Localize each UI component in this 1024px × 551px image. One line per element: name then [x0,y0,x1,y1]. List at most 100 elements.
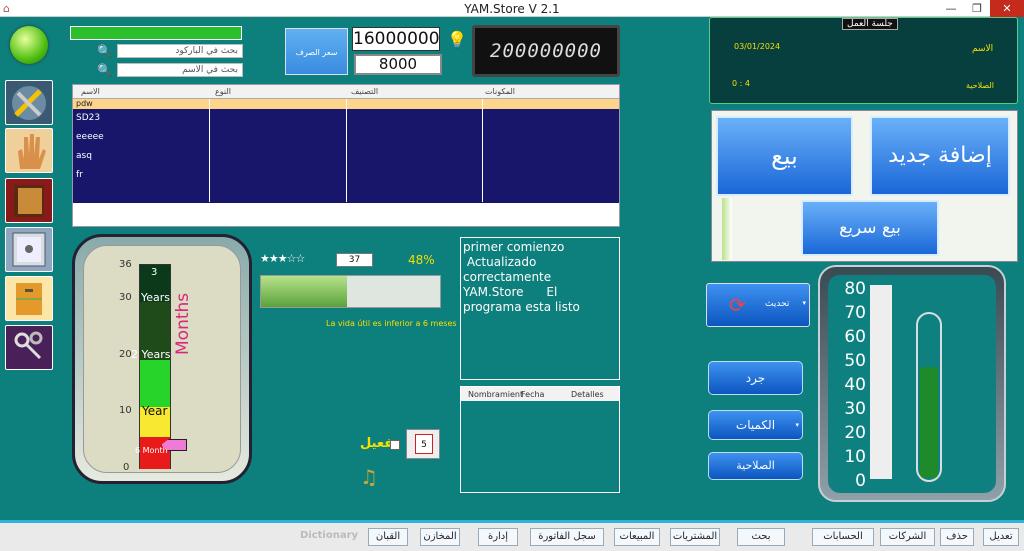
log-table[interactable]: Nombramient Fecha Detalles [460,386,620,493]
exchange-value-1: 16000000 [352,27,440,51]
col-header-date[interactable]: Fecha [521,390,544,399]
gauge-tick: 20 [119,349,132,360]
taskbar-tab[interactable]: إدارة [478,528,518,546]
activate-checkbox[interactable] [390,440,400,450]
tools-icon[interactable] [5,80,53,125]
gauge-label: 6 Month [135,446,168,455]
taskbar-tab[interactable]: بحث [737,528,785,546]
col-divider [482,99,483,202]
quantities-button[interactable]: الكميات ▾ [708,410,803,440]
star-empty-icon: ☆☆ [286,252,306,265]
gauge-tick: 10 [119,405,132,416]
thermometer-gauge: 80 70 60 50 40 30 20 10 0 [818,265,1006,502]
search-icon: 🔍 [97,63,112,77]
refresh-button[interactable]: ⟳ تحديث ▾ [706,283,810,327]
thermo-tick: 60 [844,327,866,347]
exchange-value-2[interactable]: 8000 [354,54,442,75]
refresh-icon: ⟳ [729,293,746,317]
life-note: La vida útil es inferior a 6 meses [326,319,457,328]
col-divider [209,99,210,202]
table-header: الاسم النوع التصنيف المكونات [73,85,619,99]
thermo-tick: 10 [844,447,866,467]
close-button[interactable]: ✕ [990,0,1024,17]
safe-icon[interactable] [5,227,53,272]
search-icon: 🔍 [97,44,112,58]
gauge-label: Year [142,404,168,418]
progress-fill [261,276,347,307]
lightbulb-icon[interactable]: 💡 [447,30,467,49]
col-header-name[interactable]: الاسم [81,87,100,96]
star-rating[interactable]: ★★★☆☆ [260,252,306,265]
col-header-components[interactable]: المكونات [485,87,515,96]
log-text: primer comienzo Actualizado correctament… [460,237,620,380]
gauge-label: 3 [151,267,158,278]
window-title: YAM.Store V 2.1 [464,2,560,16]
barcode-search-input[interactable]: بحث في الباركود [117,44,243,58]
taskbar: تعديل حذف الشركات الحسابات بحث المشتريات المبي… [0,520,1024,551]
taskbar-tab[interactable]: سجل الفاتورة [530,528,604,546]
hand-icon[interactable] [5,128,53,173]
life-progress-bar [260,275,441,308]
percent-label: 48% [408,253,435,267]
taskbar-tab[interactable]: المشتريات [670,528,720,546]
session-panel: جلسة العمل 03/01/2024 الاسم 0 : 4 الصلاح… [709,17,1018,104]
add-new-button[interactable]: إضافة جديد [870,116,1010,196]
keys-icon[interactable] [5,325,53,370]
quick-sell-button[interactable]: بيع سريع [801,200,939,256]
col-header-type[interactable]: النوع [215,87,231,96]
name-search-input[interactable]: بحث في الاسم [117,63,243,77]
title-bar: ⌂ YAM.Store V 2.1 — ❐ ✕ [0,0,1024,17]
thermo-tick: 40 [844,375,866,395]
music-icon[interactable]: ♫ [360,465,378,489]
permissions-button[interactable]: الصلاحية [708,452,803,480]
book-icon[interactable] [5,178,53,223]
gauge-label: 2 Years [131,348,171,361]
taskbar-tab[interactable]: المخازن [420,528,460,546]
thermo-fill [920,367,938,478]
cabinet-icon[interactable] [5,276,53,321]
taskbar-tab[interactable]: Dictionary [298,528,360,546]
session-name-label: الاسم [972,44,994,54]
thermo-tick: 0 [855,471,866,491]
taskbar-tab[interactable]: المبيعات [614,528,660,546]
gauge-tick: 0 [123,462,130,473]
products-table[interactable]: الاسم النوع التصنيف المكونات pdw SD23 ee… [72,84,620,227]
sell-button[interactable]: بيع [716,116,853,196]
thermo-tick: 50 [844,351,866,371]
col-header-name[interactable]: Nombramient [468,390,523,399]
star-icon: ★★★ [260,252,288,265]
led-display: 200000000 [472,25,620,77]
thermo-tick: 80 [844,279,866,299]
col-header-details[interactable]: Detalles [571,390,604,399]
green-stripe [722,198,732,260]
led-value: 200000000 [490,40,602,62]
gauge-tick: 30 [119,292,132,303]
exchange-rate-button[interactable]: سعر الصرف [285,28,348,75]
taskbar-tab[interactable]: حذف [940,528,974,546]
taskbar-tab[interactable]: الحسابات [812,528,874,546]
taskbar-tab[interactable]: القبان [368,528,408,546]
refresh-label: تحديث [765,299,790,309]
col-divider [346,99,347,202]
session-time: 0 : 4 [732,79,750,88]
months-gauge: 36 30 20 10 0 3 Years 2 Years Year 6 Mon… [72,234,252,484]
chevron-down-icon: ▾ [802,299,806,307]
inventory-button[interactable]: جرد [708,361,803,395]
thermo-tick: 70 [844,303,866,323]
maximize-button[interactable]: ❐ [964,0,990,17]
thermo-scale [870,285,892,479]
thermo-tick: 30 [844,399,866,419]
quantities-label: الكميات [735,418,776,432]
taskbar-tab[interactable]: تعديل [983,528,1019,546]
taskbar-tab[interactable]: الشركات [880,528,935,546]
count-box: 37 [336,253,373,267]
gauge-title: Months [173,292,193,355]
col-header-category[interactable]: التصنيف [351,87,378,96]
gauge-label: Years [141,291,171,304]
status-orb[interactable] [10,26,48,64]
session-permission-label: الصلاحية [966,81,995,90]
minimize-button[interactable]: — [938,0,964,17]
gauge-tick: 36 [119,259,132,270]
thermo-tick: 20 [844,423,866,443]
calendar-icon[interactable]: 5 [406,429,440,459]
